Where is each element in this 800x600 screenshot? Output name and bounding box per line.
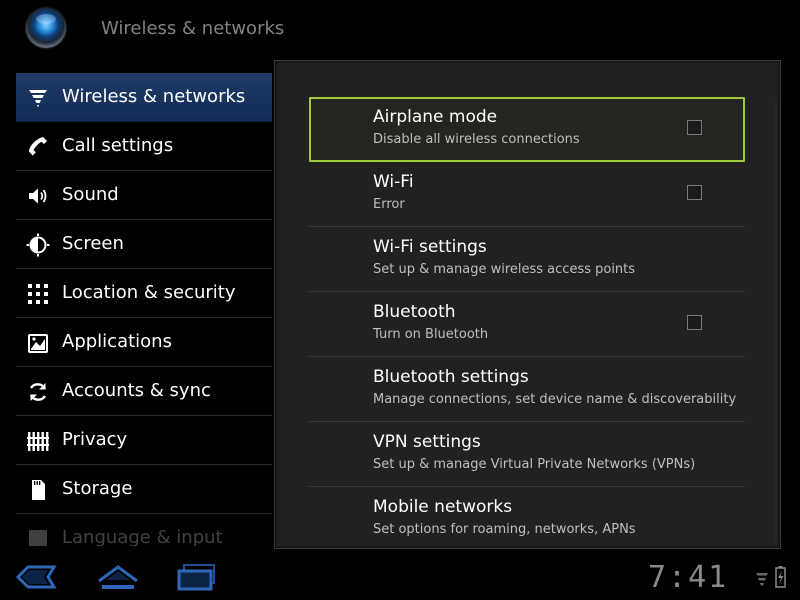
pref-title: Wi-Fi: [373, 172, 414, 192]
settings-app-icon[interactable]: [26, 8, 66, 48]
pref-title: VPN settings: [373, 432, 481, 452]
nav-item-sound[interactable]: Sound: [16, 171, 272, 220]
pref-summary: Error: [373, 197, 405, 212]
pref-wifi[interactable]: Wi-Fi Error: [309, 162, 745, 227]
battery-charging-icon: [775, 566, 786, 588]
settings-screen: Wireless & networks Wireless & networks …: [0, 0, 800, 600]
pref-title: Bluetooth: [373, 302, 456, 322]
nav-item-privacy[interactable]: Privacy: [16, 416, 272, 465]
pref-wifi-settings[interactable]: Wi-Fi settings Set up & manage wireless …: [309, 227, 745, 292]
pref-airplane-mode[interactable]: Airplane mode Disable all wireless conne…: [309, 97, 745, 162]
home-icon[interactable]: [96, 562, 140, 592]
nav-item-call-settings[interactable]: Call settings: [16, 122, 272, 171]
nav-label: Wireless & networks: [62, 86, 246, 107]
pref-title: Mobile networks: [373, 497, 513, 517]
pref-bluetooth[interactable]: Bluetooth Turn on Bluetooth: [309, 292, 745, 357]
nav-item-language-input[interactable]: Language & input: [16, 514, 272, 546]
nav-item-wireless[interactable]: Wireless & networks: [16, 73, 272, 122]
nav-label: Call settings: [62, 135, 174, 156]
pref-summary: Set up & manage Virtual Private Networks…: [373, 457, 696, 472]
pref-summary: Disable all wireless connections: [373, 132, 580, 147]
brightness-icon: [24, 232, 52, 258]
pref-bluetooth-settings[interactable]: Bluetooth settings Manage connections, s…: [309, 357, 745, 422]
bluetooth-checkbox[interactable]: [687, 315, 702, 330]
sdcard-icon: [24, 477, 52, 503]
system-bar: 7:41: [0, 552, 800, 600]
nav-label: Privacy: [62, 429, 128, 450]
nav-label: Applications: [62, 331, 172, 352]
pref-title: Airplane mode: [373, 107, 498, 127]
recent-apps-icon[interactable]: [174, 562, 218, 592]
sync-icon: [24, 379, 52, 405]
preferences-list: Airplane mode Disable all wireless conne…: [309, 97, 745, 548]
status-icons[interactable]: [754, 565, 790, 589]
pref-summary: Manage connections, set device name & di…: [373, 392, 737, 407]
wifi-checkbox[interactable]: [687, 185, 702, 200]
action-bar-title: Wireless & networks: [101, 18, 285, 39]
privacy-icon: [24, 428, 52, 454]
clock[interactable]: 7:41: [648, 560, 728, 595]
speaker-icon: [24, 183, 52, 209]
pref-title: Wi-Fi settings: [373, 237, 487, 257]
pref-vpn-settings[interactable]: VPN settings Set up & manage Virtual Pri…: [309, 422, 745, 487]
scrollbar[interactable]: [774, 101, 777, 541]
nav-item-applications[interactable]: Applications: [16, 318, 272, 367]
pref-title: Bluetooth settings: [373, 367, 529, 387]
action-bar: Wireless & networks: [0, 0, 800, 58]
pref-summary: Set up & manage wireless access points: [373, 262, 636, 277]
back-icon[interactable]: [14, 562, 58, 592]
applications-icon: [24, 330, 52, 356]
preferences-panel: Airplane mode Disable all wireless conne…: [274, 60, 781, 549]
nav-label: Storage: [62, 478, 133, 499]
no-signal-icon: [756, 573, 768, 586]
pref-mobile-networks[interactable]: Mobile networks Set options for roaming,…: [309, 487, 745, 548]
location-grid-icon: [24, 281, 52, 307]
settings-nav: Wireless & networks Call settings Sound …: [16, 73, 272, 546]
nav-item-accounts-sync[interactable]: Accounts & sync: [16, 367, 272, 416]
nav-label: Location & security: [62, 282, 236, 303]
nav-item-location-security[interactable]: Location & security: [16, 269, 272, 318]
nav-item-storage[interactable]: Storage: [16, 465, 272, 514]
airplane-mode-checkbox[interactable]: [687, 120, 702, 135]
phone-icon: [24, 134, 52, 160]
nav-label: Sound: [62, 184, 119, 205]
language-icon: [24, 526, 52, 546]
pref-summary: Set options for roaming, networks, APNs: [373, 522, 636, 537]
nav-label: Accounts & sync: [62, 380, 211, 401]
nav-item-screen[interactable]: Screen: [16, 220, 272, 269]
pref-summary: Turn on Bluetooth: [373, 327, 489, 342]
wifi-signal-icon: [24, 85, 52, 111]
nav-label: Language & input: [62, 527, 223, 546]
nav-label: Screen: [62, 233, 124, 254]
